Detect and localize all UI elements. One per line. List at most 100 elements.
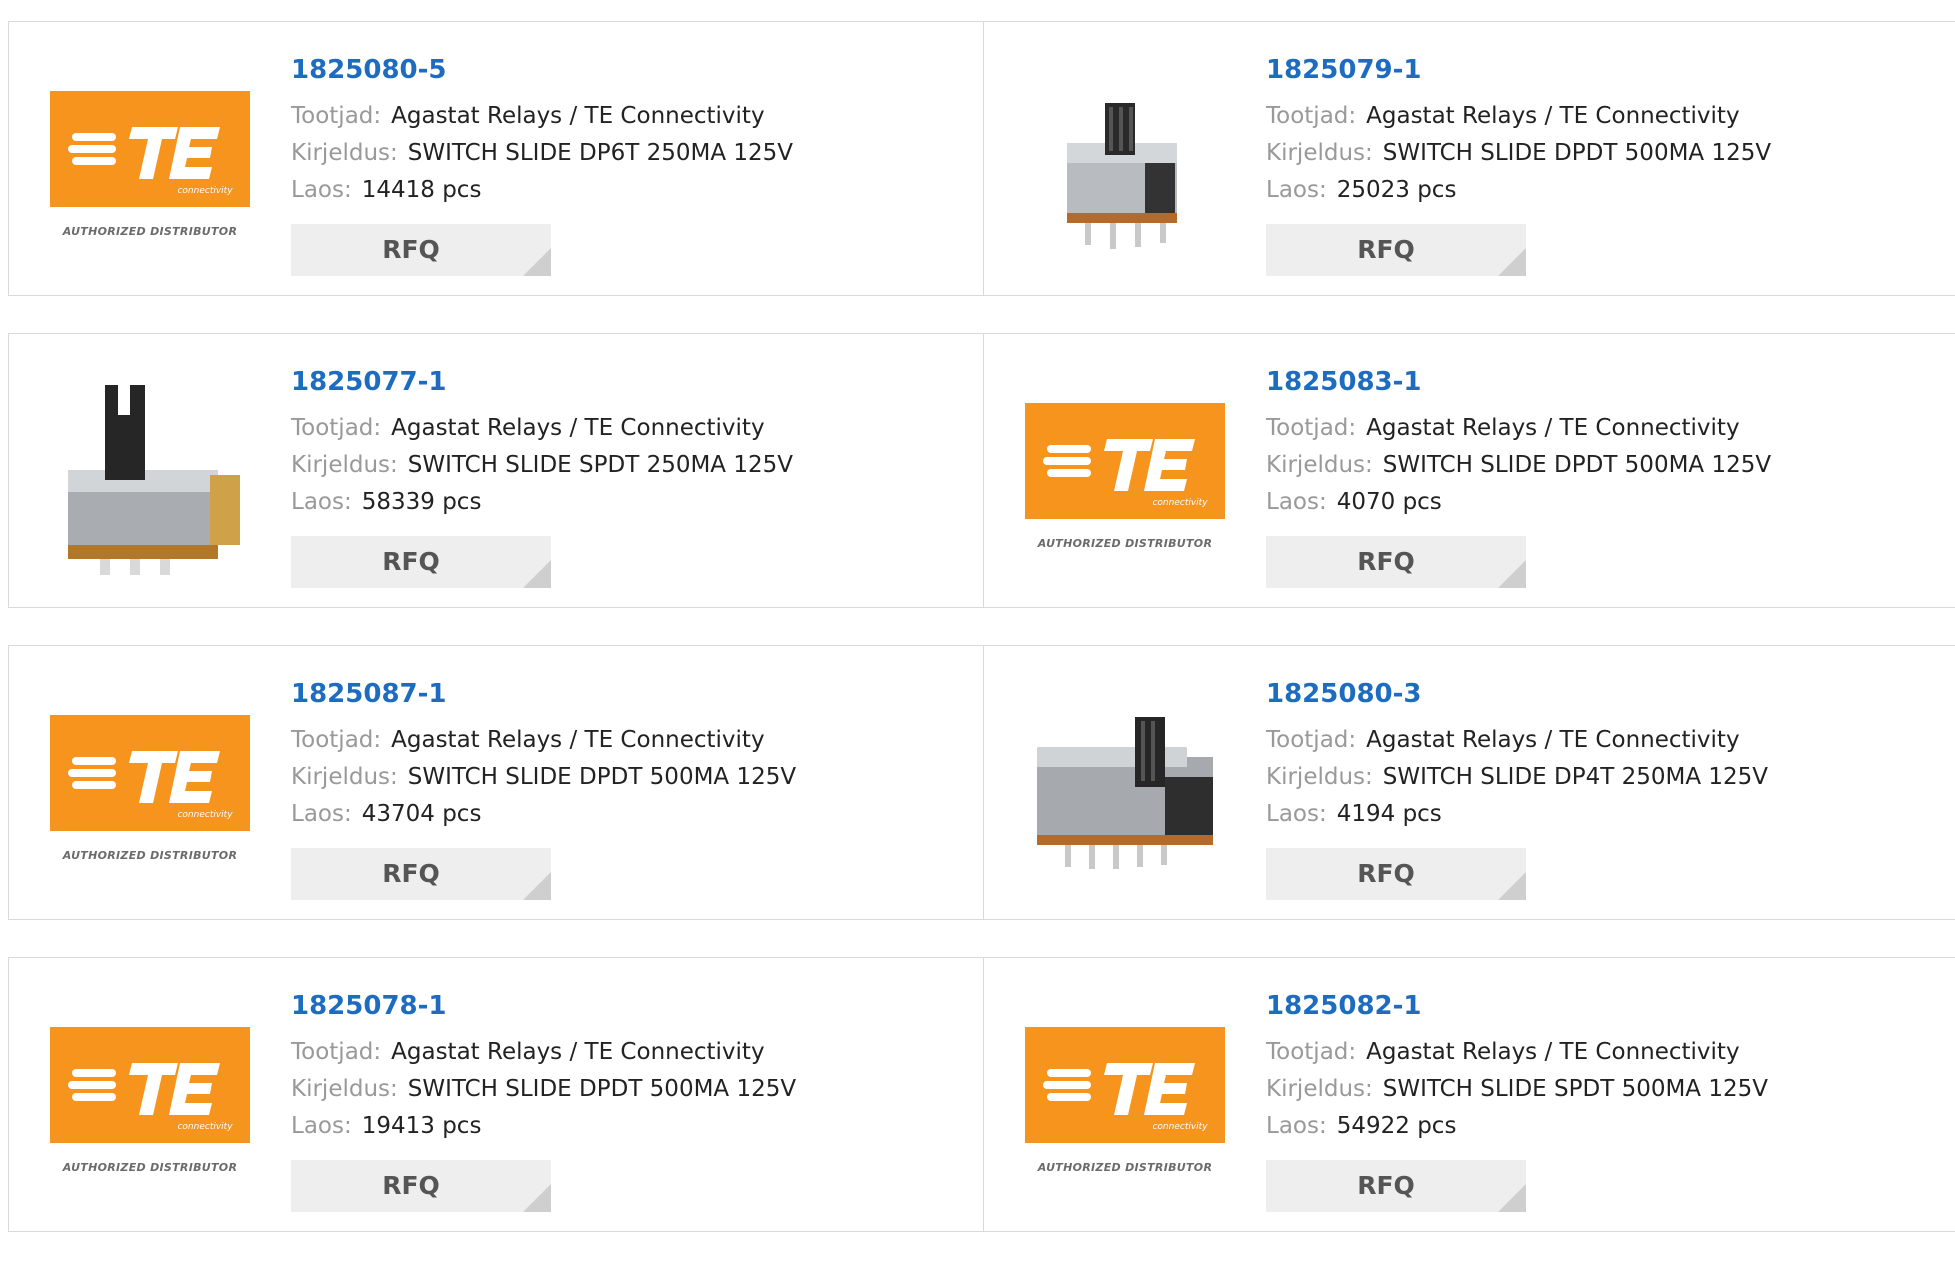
- corner-triangle-icon: [523, 1184, 551, 1212]
- description-label: Kirjeldus:: [1266, 140, 1373, 166]
- manufacturer-label: Tootjad:: [291, 1039, 382, 1065]
- manufacturer-value: Agastat Relays / TE Connectivity: [391, 103, 765, 129]
- description-label: Kirjeldus:: [1266, 1076, 1373, 1102]
- part-number-link[interactable]: 1825083-1: [1266, 364, 1771, 400]
- description-value: SWITCH SLIDE DPDT 500MA 125V: [407, 1076, 797, 1102]
- manufacturer-value: Agastat Relays / TE Connectivity: [1366, 727, 1740, 753]
- part-number-link[interactable]: 1825079-1: [1266, 52, 1771, 88]
- description-label: Kirjeldus:: [1266, 764, 1373, 790]
- part-number-link[interactable]: 1825080-3: [1266, 676, 1768, 712]
- stock-label: Laos:: [1266, 1113, 1327, 1139]
- product-card: 1825079-1 Tootjad: Agastat Relays / TE Co…: [983, 22, 1955, 295]
- description-label: Kirjeldus:: [1266, 452, 1373, 478]
- te-logo-image[interactable]: [1025, 375, 1225, 575]
- description-value: SWITCH SLIDE DP6T 250MA 125V: [407, 140, 794, 166]
- stock-label: Laos:: [291, 801, 352, 827]
- manufacturer-value: Agastat Relays / TE Connectivity: [1366, 415, 1740, 441]
- description-value: SWITCH SLIDE SPDT 500MA 125V: [1382, 1076, 1768, 1102]
- product-row: 1825078-1 Tootjad: Agastat Relays / TE Co…: [8, 957, 1955, 1232]
- product-card: 1825080-3 Tootjad: Agastat Relays / TE Co…: [983, 646, 1955, 919]
- product-card: 1825078-1 Tootjad: Agastat Relays / TE Co…: [9, 958, 983, 1231]
- rfq-label: RFQ: [1357, 1171, 1415, 1200]
- corner-triangle-icon: [1498, 560, 1526, 588]
- rfq-button[interactable]: RFQ: [291, 1160, 551, 1212]
- product-grid: 1825080-5 Tootjad: Agastat Relays / TE Co…: [8, 21, 1955, 1269]
- manufacturer-label: Tootjad:: [1266, 1039, 1357, 1065]
- stock-value: 54922 pcs: [1336, 1113, 1457, 1139]
- rfq-button[interactable]: RFQ: [1266, 1160, 1526, 1212]
- rfq-button[interactable]: RFQ: [291, 848, 551, 900]
- rfq-button[interactable]: RFQ: [1266, 224, 1526, 276]
- rfq-label: RFQ: [382, 859, 440, 888]
- product-card: 1825083-1 Tootjad: Agastat Relays / TE Co…: [983, 334, 1955, 607]
- part-number-link[interactable]: 1825078-1: [291, 988, 796, 1024]
- manufacturer-value: Agastat Relays / TE Connectivity: [391, 727, 765, 753]
- rfq-label: RFQ: [382, 547, 440, 576]
- stock-value: 14418 pcs: [361, 177, 482, 203]
- description-value: SWITCH SLIDE DPDT 500MA 125V: [407, 764, 797, 790]
- manufacturer-label: Tootjad:: [1266, 727, 1357, 753]
- product-row: 1825077-1 Tootjad: Agastat Relays / TE Co…: [8, 333, 1955, 608]
- corner-triangle-icon: [1498, 1184, 1526, 1212]
- rfq-label: RFQ: [382, 235, 440, 264]
- description-value: SWITCH SLIDE DPDT 500MA 125V: [1382, 452, 1772, 478]
- rfq-label: RFQ: [1357, 235, 1415, 264]
- manufacturer-label: Tootjad:: [1266, 103, 1357, 129]
- te-logo-image[interactable]: [50, 687, 250, 887]
- rfq-button[interactable]: RFQ: [1266, 848, 1526, 900]
- te-logo-image[interactable]: [50, 63, 250, 263]
- part-number-link[interactable]: 1825080-5: [291, 52, 793, 88]
- manufacturer-value: Agastat Relays / TE Connectivity: [1366, 1039, 1740, 1065]
- corner-triangle-icon: [1498, 248, 1526, 276]
- stock-label: Laos:: [1266, 801, 1327, 827]
- stock-label: Laos:: [291, 1113, 352, 1139]
- corner-triangle-icon: [523, 872, 551, 900]
- stock-label: Laos:: [291, 177, 352, 203]
- stock-value: 25023 pcs: [1336, 177, 1457, 203]
- slide-switch-photo[interactable]: [1025, 63, 1225, 263]
- rfq-button[interactable]: RFQ: [291, 536, 551, 588]
- te-logo-image[interactable]: [1025, 999, 1225, 1199]
- stock-value: 4070 pcs: [1336, 489, 1442, 515]
- te-logo-image[interactable]: [50, 999, 250, 1199]
- stock-label: Laos:: [291, 489, 352, 515]
- rfq-label: RFQ: [1357, 547, 1415, 576]
- description-value: SWITCH SLIDE DP4T 250MA 125V: [1382, 764, 1769, 790]
- product-row: 1825080-5 Tootjad: Agastat Relays / TE Co…: [8, 21, 1955, 296]
- manufacturer-label: Tootjad:: [291, 727, 382, 753]
- slide-switch-photo[interactable]: [50, 375, 250, 575]
- stock-value: 58339 pcs: [361, 489, 482, 515]
- manufacturer-value: Agastat Relays / TE Connectivity: [1366, 103, 1740, 129]
- part-number-link[interactable]: 1825087-1: [291, 676, 796, 712]
- corner-triangle-icon: [1498, 872, 1526, 900]
- manufacturer-value: Agastat Relays / TE Connectivity: [391, 415, 765, 441]
- corner-triangle-icon: [523, 248, 551, 276]
- stock-value: 19413 pcs: [361, 1113, 482, 1139]
- rfq-button[interactable]: RFQ: [291, 224, 551, 276]
- description-value: SWITCH SLIDE DPDT 500MA 125V: [1382, 140, 1772, 166]
- product-card: 1825087-1 Tootjad: Agastat Relays / TE Co…: [9, 646, 983, 919]
- description-value: SWITCH SLIDE SPDT 250MA 125V: [407, 452, 793, 478]
- stock-label: Laos:: [1266, 177, 1327, 203]
- manufacturer-label: Tootjad:: [1266, 415, 1357, 441]
- rfq-label: RFQ: [1357, 859, 1415, 888]
- manufacturer-label: Tootjad:: [291, 415, 382, 441]
- stock-label: Laos:: [1266, 489, 1327, 515]
- part-number-link[interactable]: 1825077-1: [291, 364, 793, 400]
- corner-triangle-icon: [523, 560, 551, 588]
- description-label: Kirjeldus:: [291, 452, 398, 478]
- part-number-link[interactable]: 1825082-1: [1266, 988, 1768, 1024]
- rfq-button[interactable]: RFQ: [1266, 536, 1526, 588]
- description-label: Kirjeldus:: [291, 1076, 398, 1102]
- slide-switch-photo[interactable]: [1025, 687, 1225, 887]
- product-card: 1825077-1 Tootjad: Agastat Relays / TE Co…: [9, 334, 983, 607]
- stock-value: 43704 pcs: [361, 801, 482, 827]
- manufacturer-value: Agastat Relays / TE Connectivity: [391, 1039, 765, 1065]
- description-label: Kirjeldus:: [291, 764, 398, 790]
- rfq-label: RFQ: [382, 1171, 440, 1200]
- stock-value: 4194 pcs: [1336, 801, 1442, 827]
- product-card: 1825082-1 Tootjad: Agastat Relays / TE Co…: [983, 958, 1955, 1231]
- manufacturer-label: Tootjad:: [291, 103, 382, 129]
- product-row: 1825087-1 Tootjad: Agastat Relays / TE Co…: [8, 645, 1955, 920]
- product-card: 1825080-5 Tootjad: Agastat Relays / TE Co…: [9, 22, 983, 295]
